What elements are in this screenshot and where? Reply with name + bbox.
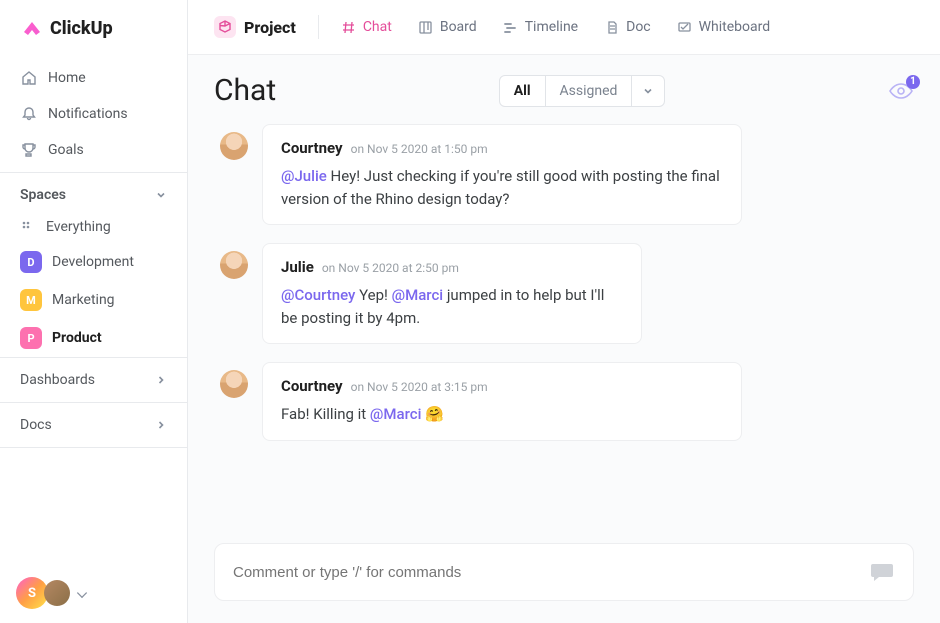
tab-label: Timeline — [525, 19, 578, 35]
nav-docs[interactable]: Docs — [0, 403, 187, 447]
filter-assigned[interactable]: Assigned — [546, 76, 633, 106]
comment-input[interactable] — [233, 564, 869, 581]
chevron-right-icon — [155, 419, 167, 431]
message-author: Courtney — [281, 377, 343, 395]
space-badge: P — [20, 327, 42, 349]
tab-doc[interactable]: Doc — [594, 13, 661, 41]
user-avatar-secondary[interactable] — [44, 580, 70, 606]
tab-whiteboard[interactable]: Whiteboard — [667, 13, 781, 41]
divider — [318, 15, 319, 39]
tab-chat[interactable]: Chat — [331, 13, 402, 41]
brand-name: ClickUp — [50, 18, 113, 39]
tab-label: Board — [440, 19, 477, 35]
whiteboard-icon — [677, 19, 693, 35]
message-row: Courtney on Nov 5 2020 at 3:15 pm Fab! K… — [260, 362, 904, 441]
watchers-count: 1 — [906, 75, 920, 89]
composer[interactable] — [214, 543, 914, 601]
nav-label: Dashboards — [20, 372, 95, 388]
filter-dropdown[interactable] — [632, 76, 664, 106]
space-product[interactable]: P Product — [0, 319, 187, 357]
timeline-icon — [503, 19, 519, 35]
message-list: Courtney on Nov 5 2020 at 1:50 pm @Julie… — [188, 116, 940, 531]
bell-icon — [20, 105, 38, 123]
message-row: Julie on Nov 5 2020 at 2:50 pm @Courtney… — [260, 243, 904, 344]
nav-goals[interactable]: Goals — [0, 132, 187, 168]
space-badge: D — [20, 251, 42, 273]
nav-label: Docs — [20, 417, 52, 433]
grid-icon — [20, 219, 36, 235]
message-time: on Nov 5 2020 at 3:15 pm — [351, 380, 488, 394]
space-badge: M — [20, 289, 42, 311]
message-body: @Courtney Yep! @Marci jumped in to help … — [281, 284, 623, 329]
space-label: Marketing — [52, 292, 115, 308]
tab-label: Whiteboard — [699, 19, 771, 35]
tab-label: Chat — [363, 19, 392, 35]
nav-home[interactable]: Home — [0, 60, 187, 96]
view-tabs: Project Chat Board Timeline Doc Whiteboa… — [188, 0, 940, 55]
chevron-down-icon — [155, 189, 167, 201]
home-icon — [20, 69, 38, 87]
nav-label: Notifications — [48, 106, 128, 122]
avatar — [220, 370, 248, 398]
tab-label: Doc — [626, 19, 651, 35]
box-icon — [214, 16, 236, 38]
space-label: Development — [52, 254, 134, 270]
nav-label: Home — [48, 70, 86, 86]
avatar — [220, 132, 248, 160]
nav-notifications[interactable]: Notifications — [0, 96, 187, 132]
message-author: Julie — [281, 258, 314, 276]
chevron-right-icon — [155, 374, 167, 386]
nav-dashboards[interactable]: Dashboards — [0, 358, 187, 402]
spaces-header[interactable]: Spaces — [0, 173, 187, 211]
watchers-button[interactable]: 1 — [888, 81, 914, 101]
message-row: Courtney on Nov 5 2020 at 1:50 pm @Julie… — [260, 124, 904, 225]
chevron-down-icon — [77, 588, 87, 598]
chat-bubble-icon[interactable] — [869, 560, 895, 584]
mention[interactable]: @Marci — [392, 286, 443, 304]
space-label: Product — [52, 330, 102, 346]
avatar — [220, 251, 248, 279]
doc-icon — [604, 19, 620, 35]
space-everything[interactable]: Everything — [0, 211, 187, 243]
filter-segment: All Assigned — [499, 75, 666, 107]
tab-board[interactable]: Board — [408, 13, 487, 41]
trophy-icon — [20, 141, 38, 159]
project-chip[interactable]: Project — [204, 10, 306, 44]
space-development[interactable]: D Development — [0, 243, 187, 281]
mention[interactable]: @Marci — [370, 405, 421, 423]
brand-logo[interactable]: ClickUp — [0, 0, 187, 56]
page-title: Chat — [214, 73, 276, 108]
message-bubble[interactable]: Julie on Nov 5 2020 at 2:50 pm @Courtney… — [262, 243, 642, 344]
nav-label: Goals — [48, 142, 84, 158]
message-body: @Julie Hey! Just checking if you're stil… — [281, 165, 723, 210]
message-author: Courtney — [281, 139, 343, 157]
message-time: on Nov 5 2020 at 2:50 pm — [322, 261, 459, 275]
clickup-icon — [20, 16, 44, 40]
spaces-label: Spaces — [20, 187, 66, 203]
main-content: Project Chat Board Timeline Doc Whiteboa… — [188, 0, 940, 623]
sidebar-footer[interactable]: S — [16, 577, 88, 609]
project-label: Project — [244, 18, 296, 37]
tab-timeline[interactable]: Timeline — [493, 13, 588, 41]
message-bubble[interactable]: Courtney on Nov 5 2020 at 3:15 pm Fab! K… — [262, 362, 742, 441]
hash-icon — [341, 19, 357, 35]
board-icon — [418, 19, 434, 35]
message-time: on Nov 5 2020 at 1:50 pm — [351, 142, 488, 156]
sidebar: ClickUp Home Notifications Goals Spaces … — [0, 0, 188, 623]
mention[interactable]: @Courtney — [281, 286, 355, 304]
space-marketing[interactable]: M Marketing — [0, 281, 187, 319]
space-label: Everything — [46, 219, 111, 235]
chat-header: Chat All Assigned 1 — [188, 55, 940, 116]
mention[interactable]: @Julie — [281, 167, 327, 185]
message-bubble[interactable]: Courtney on Nov 5 2020 at 1:50 pm @Julie… — [262, 124, 742, 225]
filter-all[interactable]: All — [500, 76, 546, 106]
message-body: Fab! Killing it @Marci 🤗 — [281, 403, 723, 426]
